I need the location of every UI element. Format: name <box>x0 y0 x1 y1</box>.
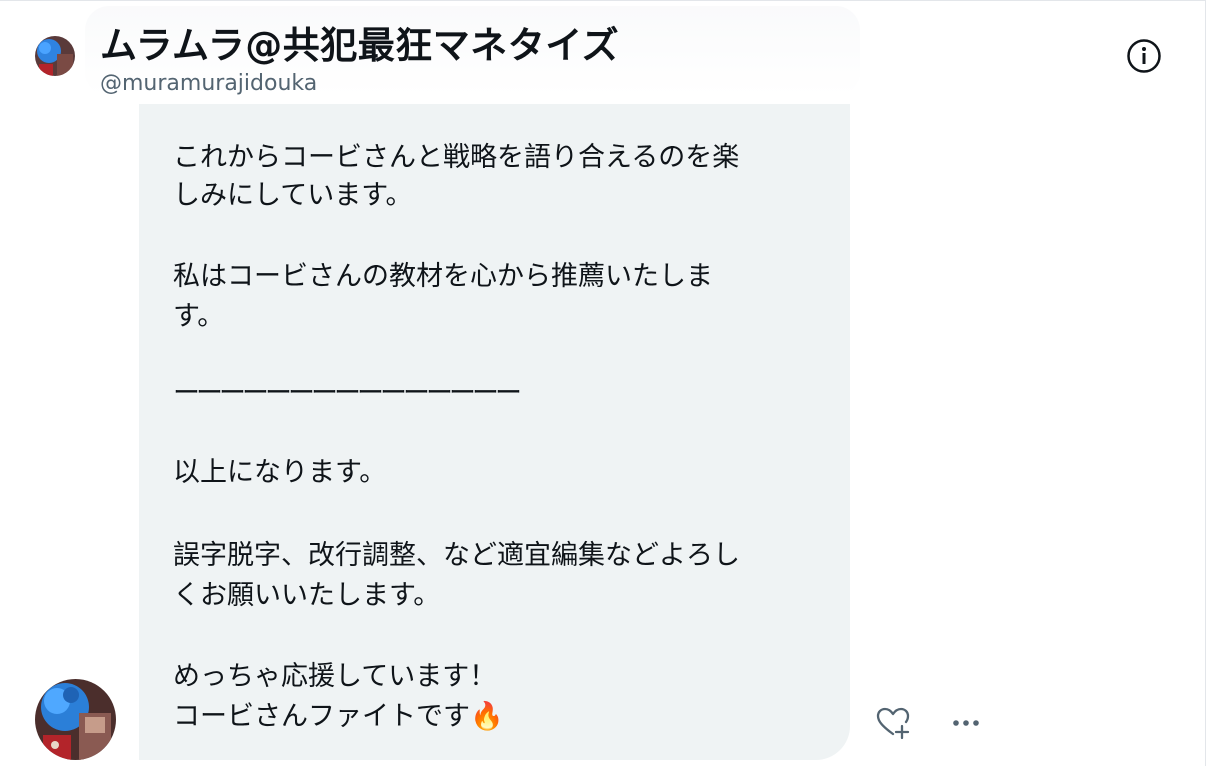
message-line: す。 <box>173 301 225 332</box>
conversation-display-name[interactable]: ムラムラ@共犯最狂マネタイズ <box>100 15 619 69</box>
sender-avatar[interactable] <box>35 679 116 760</box>
message-line: 以上になります。 <box>173 457 387 488</box>
message-line: 誤字脱字、改行調整、など適宜編集などよろし <box>173 540 740 571</box>
message-line: 私はコービさんの教材を心から推薦いたしま <box>173 261 713 292</box>
more-options-button[interactable] <box>946 703 986 743</box>
conversation-header: ムラムラ@共犯最狂マネタイズ @muramurajidouka <box>0 0 1206 108</box>
header-avatar[interactable] <box>35 36 75 76</box>
add-reaction-button[interactable] <box>873 703 913 743</box>
more-horizontal-icon <box>953 720 979 726</box>
message-line: くお願いいたします。 <box>173 580 441 611</box>
message-line: めっちゃ応援しています！ <box>173 661 497 692</box>
message-divider-line: ーーーーーーーーーーーーーーー <box>173 378 522 409</box>
conversation-info-button[interactable] <box>1125 37 1163 75</box>
info-circle-icon <box>1127 39 1161 73</box>
message-line: これからコービさんと戦略を語り合えるのを楽 <box>173 142 740 173</box>
conversation-handle[interactable]: @muramurajidouka <box>100 71 317 96</box>
message-line: しみにしています。 <box>173 180 413 211</box>
heart-plus-icon <box>876 707 910 740</box>
message-line: コービさんファイトです🔥 <box>173 701 504 732</box>
